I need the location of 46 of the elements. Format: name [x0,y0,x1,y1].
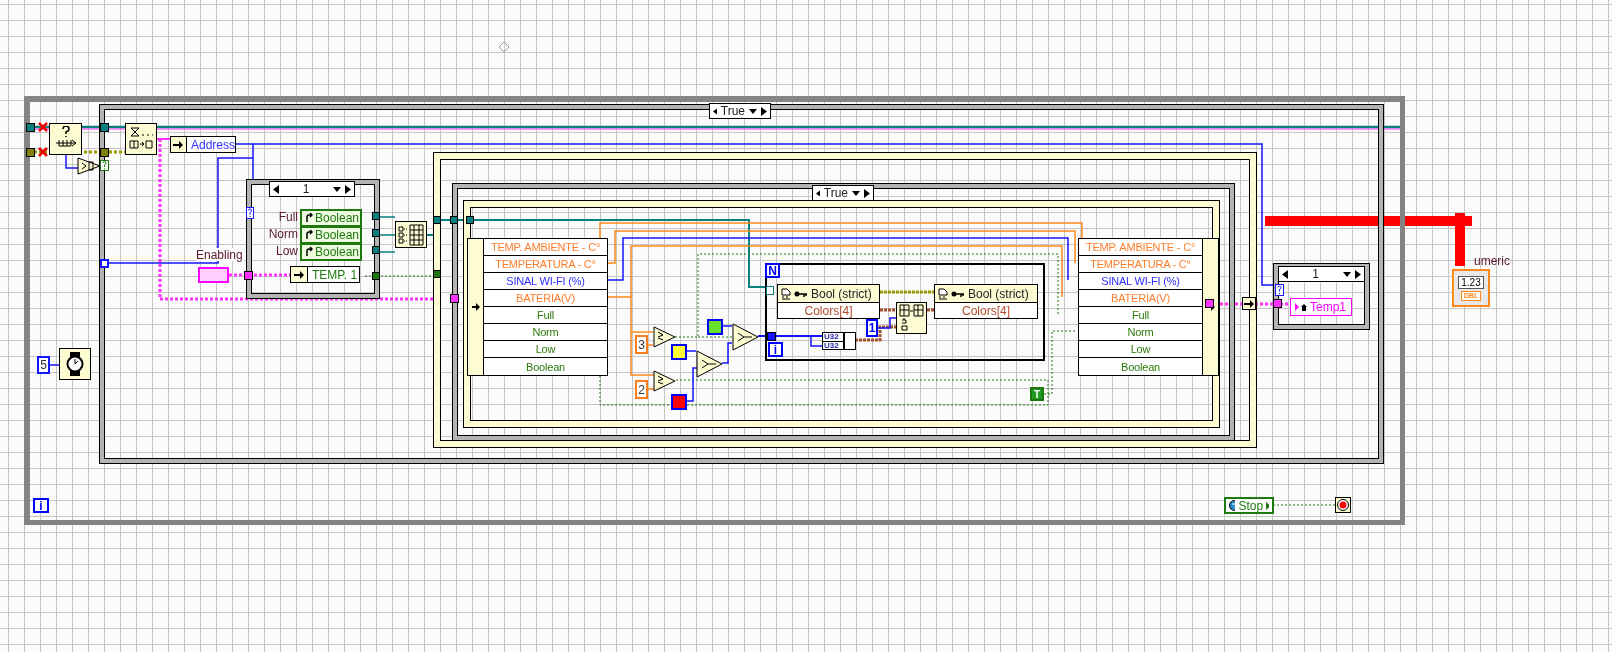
case-selector[interactable]: 1 [1278,266,1365,282]
variable-name: TEMP. 1 [311,267,358,282]
property-name: Colors[4] [778,303,879,318]
conversion-node: U32 U32 [822,332,844,350]
cluster-field: SINAL WI-FI (%) [1079,273,1202,290]
cluster-field: TEMP. AMBIENTE - C° [484,239,607,256]
numeric-constant: 5 [37,356,50,374]
boolean-constant: Boolean [300,243,362,261]
cluster-field: Norm [484,324,607,341]
cluster-field: Full [1079,307,1202,324]
iteration-terminal: i [768,342,783,357]
numeric-constant: 2 [635,380,648,399]
control-label: Enabling [196,248,244,261]
indicator-label: umeric [1474,254,1511,268]
property-node-class: Bool (strict) [968,286,1029,301]
cluster-field: TEMPERATURA - C° [1079,256,1202,273]
case-selector[interactable]: True [812,185,874,201]
cluster-field: Low [484,341,607,358]
cluster-field: Low [1079,341,1202,358]
cluster-field: Boolean [484,358,607,375]
iteration-terminal: i [33,498,49,513]
case-selector[interactable]: True [709,103,771,119]
local-variable: Temp1 [1290,298,1352,316]
indicator-label: Address [189,137,235,152]
cluster-field: Boolean [1079,358,1202,375]
cluster-field: SINAL WI-FI (%) [484,273,607,290]
constant-label: Norm [267,227,298,243]
cluster-field: BATERIA(V) [484,290,607,307]
case-selector[interactable]: 1 [269,181,355,197]
boolean-constant: Boolean [300,226,362,244]
numeric-constant: 1 [866,319,878,337]
cluster-field: Norm [1079,324,1202,341]
boolean-constant: Boolean [300,209,362,227]
property-node-class: Bool (strict) [811,286,872,301]
count-terminal: N [765,263,780,278]
constant-label: Full [277,210,298,226]
cluster-field: TEMP. AMBIENTE - C° [1079,239,1202,256]
cluster-field: BATERIA(V) [1079,290,1202,307]
constant-label: Low [275,244,298,260]
cluster-field: TEMPERATURA - C° [484,256,607,273]
cluster-field: Full [484,307,607,324]
property-name: Colors[4] [935,303,1037,318]
stop-control[interactable]: Stop [1224,497,1274,514]
true-constant: T [1030,387,1044,401]
numeric-constant: 3 [635,335,648,354]
numeric-value: 1.23 [1458,276,1484,289]
